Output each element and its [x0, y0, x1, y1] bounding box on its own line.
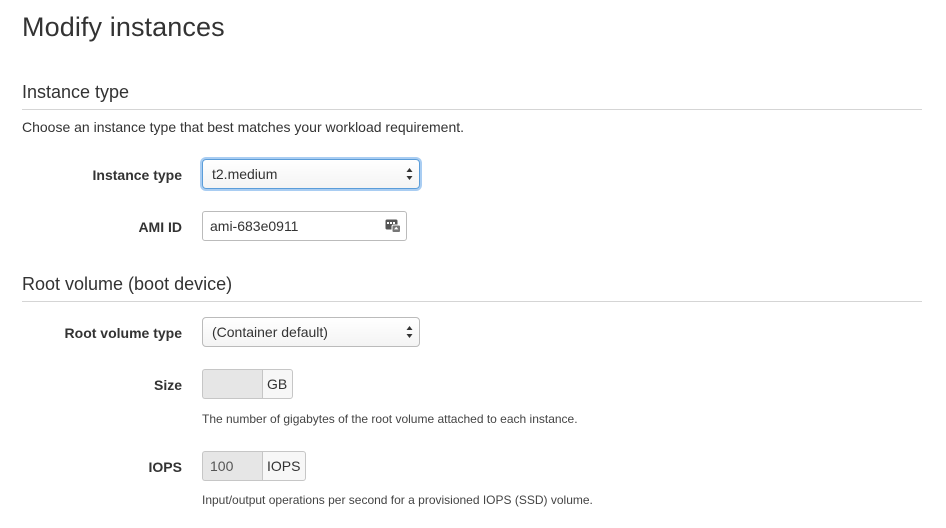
iops-help-text: Input/output operations per second for a… [202, 493, 593, 507]
modify-instances-page: Modify instances Instance type Choose an… [0, 0, 946, 528]
size-help-text: The number of gigabytes of the root volu… [202, 412, 578, 426]
root-volume-type-select[interactable]: (Container default) [202, 317, 420, 347]
instance-type-select[interactable]: t2.medium [202, 159, 420, 189]
size-label: Size [153, 377, 182, 393]
root-volume-type-label: Root volume type [64, 325, 182, 341]
iops-input-group: 100 IOPS [202, 451, 306, 481]
ami-id-label: AMI ID [138, 219, 182, 235]
iops-input[interactable]: 100 [202, 451, 262, 481]
select-arrows-icon [406, 168, 413, 180]
page-title: Modify instances [22, 12, 225, 42]
select-arrows-icon [406, 326, 413, 338]
ami-id-value: ami-683e0911 [210, 218, 299, 234]
root-volume-type-select-value: (Container default) [212, 324, 328, 340]
keychain-icon[interactable] [385, 219, 401, 233]
iops-label: IOPS [148, 459, 182, 475]
section-title-instance-type: Instance type [22, 82, 130, 102]
instance-type-section-header: Instance type [22, 82, 922, 110]
size-input-group: GB [202, 369, 293, 399]
size-unit-addon: GB [262, 369, 293, 399]
instance-type-label: Instance type [92, 167, 182, 183]
section-title-root-volume: Root volume (boot device) [22, 274, 233, 294]
size-input[interactable] [202, 369, 262, 399]
root-volume-section-header: Root volume (boot device) [22, 274, 922, 302]
ami-id-input[interactable]: ami-683e0911 [202, 211, 407, 241]
iops-unit-addon: IOPS [262, 451, 306, 481]
instance-type-select-value: t2.medium [212, 166, 278, 182]
instance-type-description: Choose an instance type that best matche… [22, 119, 465, 135]
